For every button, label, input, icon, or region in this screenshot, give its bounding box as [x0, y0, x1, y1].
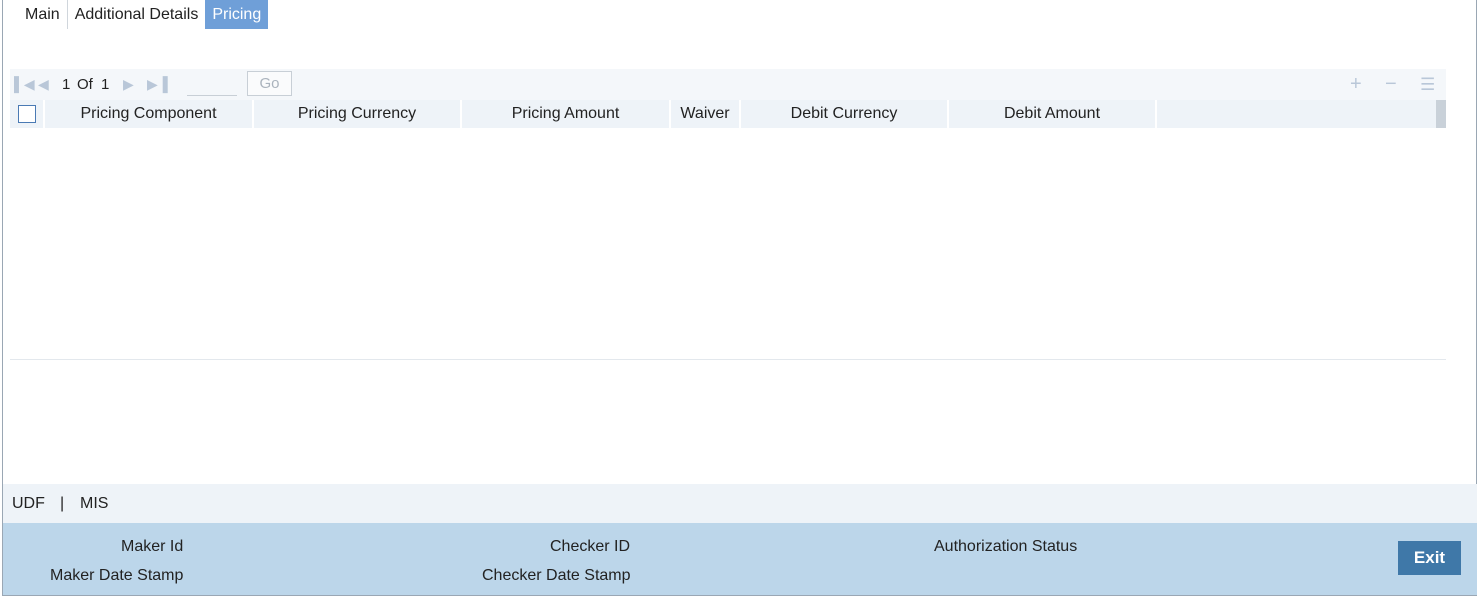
select-all-cell: [10, 100, 45, 128]
mis-link[interactable]: MIS: [80, 484, 108, 523]
udf-link[interactable]: UDF: [12, 484, 45, 523]
page-number-input[interactable]: [187, 74, 237, 96]
select-all-checkbox[interactable]: [18, 105, 36, 123]
page-of-label: Of: [77, 76, 93, 93]
next-page-icon[interactable]: ▶: [123, 69, 134, 100]
audit-footer: Maker Id Maker Date Stamp Checker ID Che…: [3, 523, 1477, 595]
tab-additional-details[interactable]: Additional Details: [68, 0, 206, 29]
column-header[interactable]: Debit Amount: [949, 100, 1157, 128]
add-row-icon[interactable]: +: [1350, 69, 1362, 100]
maker-id-label: Maker Id: [121, 538, 184, 555]
column-header[interactable]: Debit Currency: [741, 100, 949, 128]
last-page-icon[interactable]: ▶▐: [147, 69, 168, 100]
checker-id-label: Checker ID: [550, 538, 631, 555]
first-page-icon[interactable]: ▌◀: [14, 69, 35, 100]
column-header[interactable]: Pricing Component: [45, 100, 254, 128]
grid-header: Pricing Component Pricing Currency Prici…: [10, 100, 1436, 128]
previous-page-icon[interactable]: ◀: [38, 69, 49, 100]
grid-pager: ▌◀ ◀ 1 Of 1 ▶ ▶▐ Go + − ☰: [10, 69, 1446, 100]
authorization-status-label: Authorization Status: [934, 538, 1078, 555]
subsystem-links: UDF | MIS: [3, 484, 1477, 523]
go-button[interactable]: Go: [247, 71, 292, 96]
pricing-grid: Pricing Component Pricing Currency Prici…: [10, 100, 1446, 360]
list-view-icon[interactable]: ☰: [1420, 69, 1435, 100]
delete-row-icon[interactable]: −: [1385, 69, 1397, 100]
grid-scrollbar[interactable]: [1436, 100, 1446, 128]
tab-main[interactable]: Main: [18, 0, 67, 29]
column-header[interactable]: Pricing Currency: [254, 100, 462, 128]
exit-button[interactable]: Exit: [1398, 541, 1461, 575]
tab-bar: Main Additional Details Pricing: [18, 0, 269, 29]
total-pages: 1: [101, 76, 110, 93]
maker-date-label: Maker Date Stamp: [50, 567, 184, 584]
column-header[interactable]: Pricing Amount: [462, 100, 671, 128]
column-header[interactable]: Waiver: [671, 100, 741, 128]
link-separator: |: [60, 495, 65, 512]
checker-date-label: Checker Date Stamp: [482, 567, 631, 584]
current-page: 1: [62, 76, 71, 93]
tab-pricing[interactable]: Pricing: [205, 0, 269, 29]
